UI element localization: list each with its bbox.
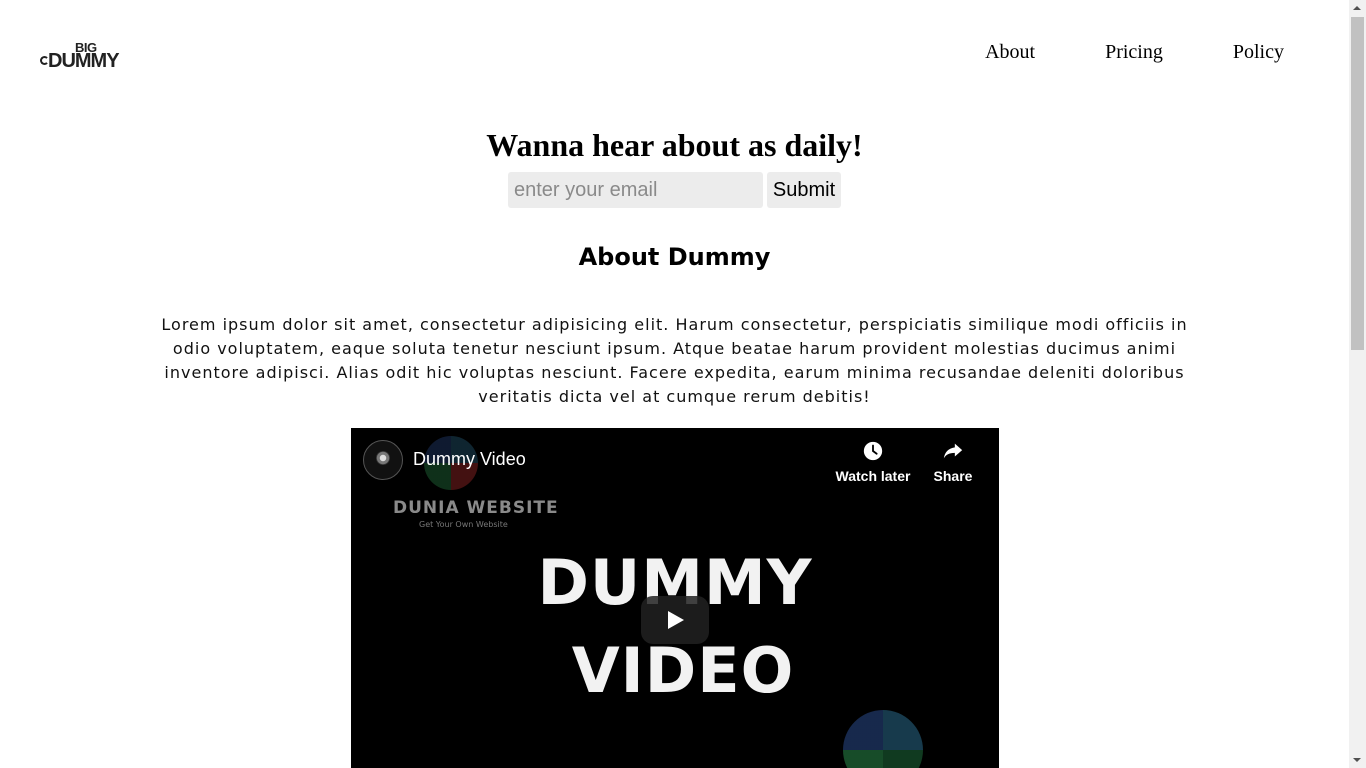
- nav-link-pricing[interactable]: Pricing: [1105, 40, 1163, 64]
- newsletter-headline: Wanna hear about as daily!: [486, 127, 863, 163]
- about-text: Lorem ipsum dolor sit amet, consectetur …: [161, 315, 1188, 406]
- submit-button[interactable]: Submit: [767, 172, 841, 208]
- share-button[interactable]: Share: [927, 440, 979, 484]
- newsletter-form: Submit: [508, 172, 841, 208]
- video-player[interactable]: DUNIA WEBSITE Get Your Own Website Dummy…: [351, 428, 999, 768]
- watch-later-label: Watch later: [835, 468, 911, 484]
- clock-icon: [863, 441, 883, 461]
- nav-link-about[interactable]: About: [985, 40, 1035, 64]
- scroll-up-arrow-icon[interactable]: [1349, 0, 1366, 17]
- page-scrollbar[interactable]: [1349, 0, 1366, 768]
- channel-avatar[interactable]: [363, 440, 403, 480]
- video-title[interactable]: Dummy Video: [413, 449, 526, 470]
- video-watermark-sub: Get Your Own Website: [419, 520, 508, 529]
- scroll-thumb[interactable]: [1351, 17, 1364, 350]
- watch-later-button[interactable]: Watch later: [829, 440, 917, 484]
- email-input[interactable]: [508, 172, 763, 208]
- share-label: Share: [933, 468, 973, 484]
- main-nav: About Pricing Policy: [915, 40, 1284, 64]
- share-arrow-icon: [943, 443, 963, 459]
- scroll-down-arrow-icon[interactable]: [1349, 751, 1366, 768]
- nav-link-policy[interactable]: Policy: [1233, 40, 1284, 64]
- thumbnail-line-2: VIDEO: [571, 634, 795, 707]
- watermark-logo-icon: [843, 710, 923, 768]
- site-logo[interactable]: BIG DUMMY: [40, 40, 130, 72]
- video-watermark: DUNIA WEBSITE: [393, 498, 559, 518]
- play-icon[interactable]: [641, 596, 709, 644]
- about-title: About Dummy: [578, 243, 771, 271]
- logo-main-text: DUMMY: [48, 50, 120, 72]
